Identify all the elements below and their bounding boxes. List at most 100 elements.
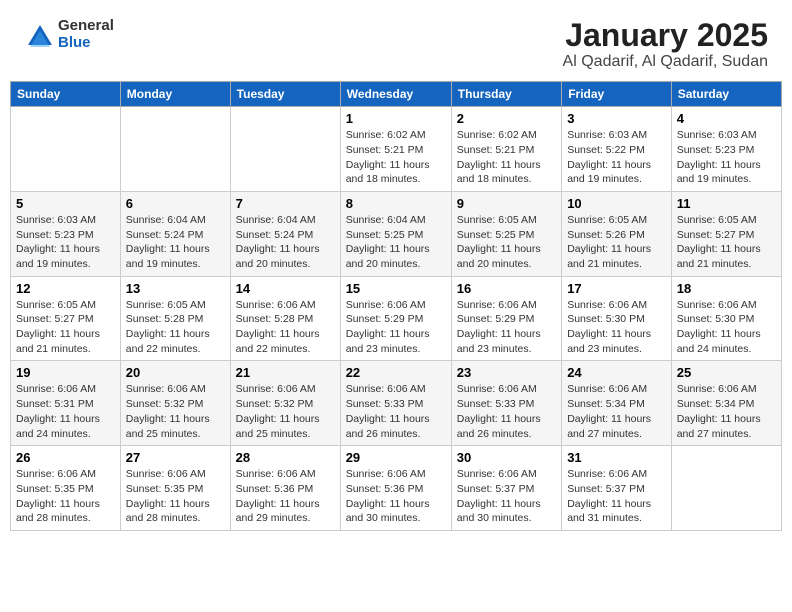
calendar-cell: 8 Sunrise: 6:04 AM Sunset: 5:25 PM Daylig… xyxy=(340,191,451,276)
calendar-week-row: 26 Sunrise: 6:06 AM Sunset: 5:35 PM Dayli… xyxy=(11,446,782,531)
day-header-saturday: Saturday xyxy=(671,82,781,107)
day-info: Sunrise: 6:02 AM Sunset: 5:21 PM Dayligh… xyxy=(346,128,446,187)
day-info: Sunrise: 6:04 AM Sunset: 5:24 PM Dayligh… xyxy=(126,213,225,272)
day-info: Sunrise: 6:06 AM Sunset: 5:33 PM Dayligh… xyxy=(346,382,446,441)
calendar-cell: 26 Sunrise: 6:06 AM Sunset: 5:35 PM Dayli… xyxy=(11,446,121,531)
calendar-cell: 24 Sunrise: 6:06 AM Sunset: 5:34 PM Dayli… xyxy=(562,361,672,446)
day-info: Sunrise: 6:06 AM Sunset: 5:31 PM Dayligh… xyxy=(16,382,115,441)
day-header-monday: Monday xyxy=(120,82,230,107)
day-info: Sunrise: 6:06 AM Sunset: 5:32 PM Dayligh… xyxy=(236,382,335,441)
calendar-cell: 7Sunrise: 6:04 AM Sunset: 5:24 PM Daylig… xyxy=(230,191,340,276)
calendar-table: SundayMondayTuesdayWednesdayThursdayFrid… xyxy=(10,81,782,531)
day-info: Sunrise: 6:06 AM Sunset: 5:28 PM Dayligh… xyxy=(236,298,335,357)
day-info: Sunrise: 6:05 AM Sunset: 5:25 PM Dayligh… xyxy=(457,213,556,272)
logo-blue: Blue xyxy=(58,35,114,52)
calendar-cell xyxy=(120,107,230,192)
day-info: Sunrise: 6:06 AM Sunset: 5:35 PM Dayligh… xyxy=(126,467,225,526)
calendar-cell: 22 Sunrise: 6:06 AM Sunset: 5:33 PM Dayli… xyxy=(340,361,451,446)
calendar-cell xyxy=(671,446,781,531)
page-subtitle: Al Qadarif, Al Qadarif, Sudan xyxy=(563,53,768,71)
day-number: 31 xyxy=(567,450,666,465)
day-info: Sunrise: 6:05 AM Sunset: 5:27 PM Dayligh… xyxy=(677,213,776,272)
day-number: 13 xyxy=(126,281,225,296)
calendar-cell: 10Sunrise: 6:05 AM Sunset: 5:26 PM Dayli… xyxy=(562,191,672,276)
day-header-sunday: Sunday xyxy=(11,82,121,107)
day-info: Sunrise: 6:03 AM Sunset: 5:23 PM Dayligh… xyxy=(16,213,115,272)
logo-text: General Blue xyxy=(58,18,114,51)
day-info: Sunrise: 6:06 AM Sunset: 5:35 PM Dayligh… xyxy=(16,467,115,526)
calendar-cell: 30 Sunrise: 6:06 AM Sunset: 5:37 PM Dayli… xyxy=(451,446,561,531)
day-info: Sunrise: 6:03 AM Sunset: 5:23 PM Dayligh… xyxy=(677,128,776,187)
day-number: 24 xyxy=(567,365,666,380)
calendar-cell: 4Sunrise: 6:03 AM Sunset: 5:23 PM Daylig… xyxy=(671,107,781,192)
calendar-cell: 9 Sunrise: 6:05 AM Sunset: 5:25 PM Daylig… xyxy=(451,191,561,276)
page-title: January 2025 xyxy=(563,18,768,53)
day-info: Sunrise: 6:06 AM Sunset: 5:34 PM Dayligh… xyxy=(567,382,666,441)
calendar-cell: 15Sunrise: 6:06 AM Sunset: 5:29 PM Dayli… xyxy=(340,276,451,361)
day-info: Sunrise: 6:06 AM Sunset: 5:30 PM Dayligh… xyxy=(677,298,776,357)
day-number: 10 xyxy=(567,196,666,211)
day-number: 27 xyxy=(126,450,225,465)
calendar-cell: 28Sunrise: 6:06 AM Sunset: 5:36 PM Dayli… xyxy=(230,446,340,531)
logo: General Blue xyxy=(24,18,114,51)
day-info: Sunrise: 6:03 AM Sunset: 5:22 PM Dayligh… xyxy=(567,128,666,187)
calendar-cell: 16Sunrise: 6:06 AM Sunset: 5:29 PM Dayli… xyxy=(451,276,561,361)
calendar-cell: 2Sunrise: 6:02 AM Sunset: 5:21 PM Daylig… xyxy=(451,107,561,192)
day-info: Sunrise: 6:05 AM Sunset: 5:27 PM Dayligh… xyxy=(16,298,115,357)
day-number: 21 xyxy=(236,365,335,380)
calendar-cell: 20 Sunrise: 6:06 AM Sunset: 5:32 PM Dayli… xyxy=(120,361,230,446)
day-info: Sunrise: 6:06 AM Sunset: 5:37 PM Dayligh… xyxy=(457,467,556,526)
day-number: 23 xyxy=(457,365,556,380)
day-number: 8 xyxy=(346,196,446,211)
day-number: 20 xyxy=(126,365,225,380)
calendar-cell: 17Sunrise: 6:06 AM Sunset: 5:30 PM Dayli… xyxy=(562,276,672,361)
day-number: 30 xyxy=(457,450,556,465)
day-header-wednesday: Wednesday xyxy=(340,82,451,107)
calendar-cell: 14 Sunrise: 6:06 AM Sunset: 5:28 PM Dayli… xyxy=(230,276,340,361)
day-info: Sunrise: 6:04 AM Sunset: 5:25 PM Dayligh… xyxy=(346,213,446,272)
day-header-thursday: Thursday xyxy=(451,82,561,107)
day-number: 26 xyxy=(16,450,115,465)
day-number: 19 xyxy=(16,365,115,380)
calendar-cell xyxy=(11,107,121,192)
day-info: Sunrise: 6:05 AM Sunset: 5:28 PM Dayligh… xyxy=(126,298,225,357)
logo-general: General xyxy=(58,18,114,35)
calendar-week-row: 5 Sunrise: 6:03 AM Sunset: 5:23 PM Daylig… xyxy=(11,191,782,276)
calendar-cell xyxy=(230,107,340,192)
logo-icon xyxy=(24,21,52,49)
day-number: 11 xyxy=(677,196,776,211)
day-number: 17 xyxy=(567,281,666,296)
day-number: 18 xyxy=(677,281,776,296)
day-info: Sunrise: 6:06 AM Sunset: 5:29 PM Dayligh… xyxy=(457,298,556,357)
calendar-cell: 18 Sunrise: 6:06 AM Sunset: 5:30 PM Dayli… xyxy=(671,276,781,361)
day-number: 9 xyxy=(457,196,556,211)
day-number: 29 xyxy=(346,450,446,465)
day-header-friday: Friday xyxy=(562,82,672,107)
day-number: 5 xyxy=(16,196,115,211)
page-header: General Blue January 2025 Al Qadarif, Al… xyxy=(0,0,792,81)
calendar-cell: 29 Sunrise: 6:06 AM Sunset: 5:36 PM Dayli… xyxy=(340,446,451,531)
day-header-tuesday: Tuesday xyxy=(230,82,340,107)
calendar-header-row: SundayMondayTuesdayWednesdayThursdayFrid… xyxy=(11,82,782,107)
day-number: 7 xyxy=(236,196,335,211)
calendar-cell: 19 Sunrise: 6:06 AM Sunset: 5:31 PM Dayli… xyxy=(11,361,121,446)
calendar-cell: 1Sunrise: 6:02 AM Sunset: 5:21 PM Daylig… xyxy=(340,107,451,192)
day-info: Sunrise: 6:06 AM Sunset: 5:36 PM Dayligh… xyxy=(236,467,335,526)
day-number: 15 xyxy=(346,281,446,296)
calendar-cell: 3 Sunrise: 6:03 AM Sunset: 5:22 PM Daylig… xyxy=(562,107,672,192)
calendar-week-row: 19 Sunrise: 6:06 AM Sunset: 5:31 PM Dayli… xyxy=(11,361,782,446)
day-number: 12 xyxy=(16,281,115,296)
calendar-cell: 25Sunrise: 6:06 AM Sunset: 5:34 PM Dayli… xyxy=(671,361,781,446)
day-info: Sunrise: 6:06 AM Sunset: 5:32 PM Dayligh… xyxy=(126,382,225,441)
calendar-cell: 31Sunrise: 6:06 AM Sunset: 5:37 PM Dayli… xyxy=(562,446,672,531)
calendar-cell: 11 Sunrise: 6:05 AM Sunset: 5:27 PM Dayli… xyxy=(671,191,781,276)
title-block: January 2025 Al Qadarif, Al Qadarif, Sud… xyxy=(563,18,768,71)
calendar-cell: 23Sunrise: 6:06 AM Sunset: 5:33 PM Dayli… xyxy=(451,361,561,446)
day-info: Sunrise: 6:06 AM Sunset: 5:36 PM Dayligh… xyxy=(346,467,446,526)
calendar-cell: 12 Sunrise: 6:05 AM Sunset: 5:27 PM Dayli… xyxy=(11,276,121,361)
day-number: 14 xyxy=(236,281,335,296)
day-number: 2 xyxy=(457,111,556,126)
day-number: 22 xyxy=(346,365,446,380)
day-number: 3 xyxy=(567,111,666,126)
calendar-cell: 13 Sunrise: 6:05 AM Sunset: 5:28 PM Dayli… xyxy=(120,276,230,361)
